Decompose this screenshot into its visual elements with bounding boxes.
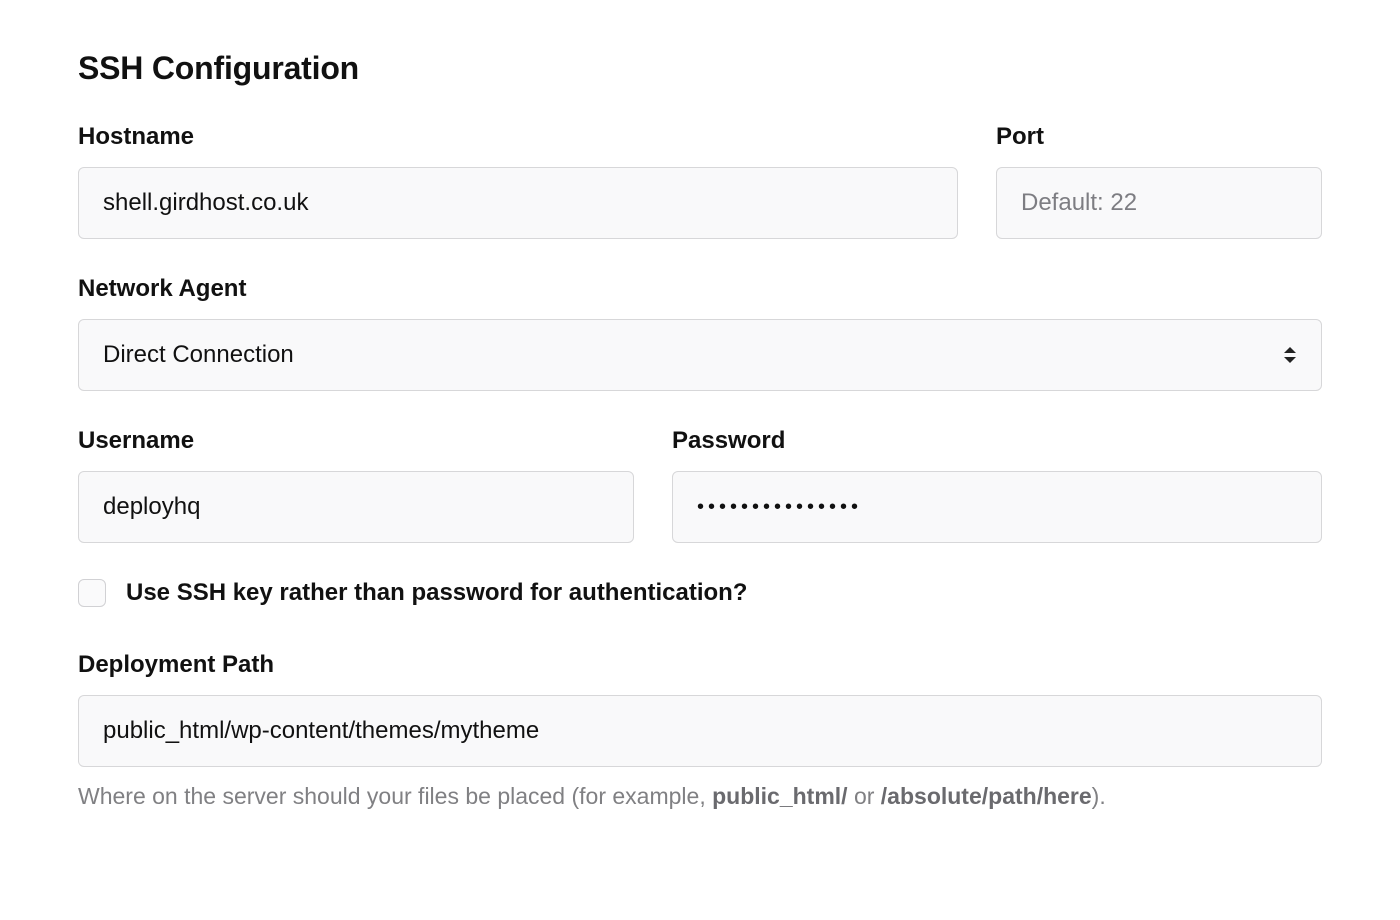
deployment-path-input[interactable] [78, 695, 1322, 767]
username-input[interactable] [78, 471, 634, 543]
help-text-suffix: ). [1092, 783, 1106, 809]
username-label: Username [78, 427, 634, 455]
help-text-prefix: Where on the server should your files be… [78, 783, 712, 809]
ssh-configuration-form: SSH Configuration Hostname Port Network … [0, 0, 1400, 920]
row-username-password: Username Password [78, 427, 1322, 543]
deployment-path-label: Deployment Path [78, 651, 1322, 679]
network-agent-label: Network Agent [78, 275, 1322, 303]
chevron-up-down-icon [1281, 342, 1299, 368]
ssh-key-checkbox[interactable] [78, 579, 106, 607]
username-field: Username [78, 427, 634, 543]
help-text-example2: /absolute/path/here [881, 783, 1092, 809]
port-field: Port [996, 123, 1322, 239]
network-agent-select[interactable]: Direct Connection [78, 319, 1322, 391]
hostname-label: Hostname [78, 123, 958, 151]
password-label: Password [672, 427, 1322, 455]
section-title: SSH Configuration [78, 50, 1322, 87]
password-field: Password [672, 427, 1322, 543]
network-agent-field: Network Agent Direct Connection [78, 275, 1322, 391]
help-text-middle: or [848, 783, 881, 809]
network-agent-selected: Direct Connection [103, 341, 1297, 369]
hostname-input[interactable] [78, 167, 958, 239]
hostname-field: Hostname [78, 123, 958, 239]
ssh-key-checkbox-row[interactable]: Use SSH key rather than password for aut… [78, 579, 1322, 607]
help-text-example1: public_html/ [712, 783, 847, 809]
deployment-path-field: Deployment Path Where on the server shou… [78, 651, 1322, 812]
deployment-path-help: Where on the server should your files be… [78, 781, 1322, 812]
row-hostname-port: Hostname Port [78, 123, 1322, 239]
port-input[interactable] [996, 167, 1322, 239]
password-input[interactable] [672, 471, 1322, 543]
ssh-key-checkbox-label: Use SSH key rather than password for aut… [126, 579, 747, 607]
port-label: Port [996, 123, 1322, 151]
